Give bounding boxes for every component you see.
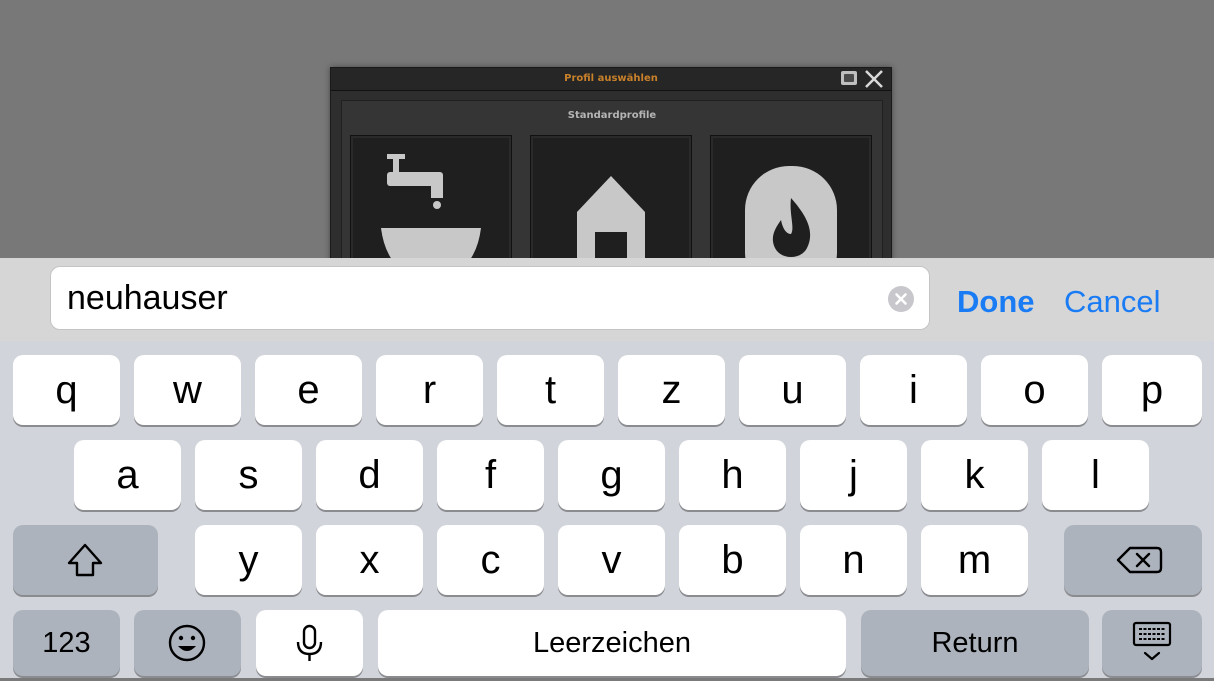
dialog-titlebar: Profil auswählen	[331, 68, 891, 91]
help-icon[interactable]	[841, 71, 857, 85]
profile-tile-water[interactable]	[350, 135, 512, 258]
cancel-button[interactable]: Cancel	[1064, 284, 1161, 320]
key-o[interactable]: o	[981, 355, 1088, 425]
profile-tile-house[interactable]	[530, 135, 692, 258]
shift-key[interactable]	[13, 525, 158, 595]
emoji-icon	[168, 624, 206, 662]
profile-dialog: Profil auswählen Standardprofile	[330, 67, 892, 258]
search-input[interactable]	[50, 266, 930, 330]
key-g[interactable]: g	[558, 440, 665, 510]
key-k[interactable]: k	[921, 440, 1028, 510]
key-j[interactable]: j	[800, 440, 907, 510]
backspace-key[interactable]	[1064, 525, 1202, 595]
backspace-icon	[1116, 546, 1163, 574]
key-v[interactable]: v	[558, 525, 665, 595]
key-l[interactable]: l	[1042, 440, 1149, 510]
section-title: Standardprofile	[567, 110, 657, 121]
key-n[interactable]: n	[800, 525, 907, 595]
flame-icon	[745, 166, 837, 258]
key-q[interactable]: q	[13, 355, 120, 425]
faucet-basin-icon	[381, 154, 481, 258]
key-i[interactable]: i	[860, 355, 967, 425]
key-a[interactable]: a	[74, 440, 181, 510]
key-d[interactable]: d	[316, 440, 423, 510]
key-w[interactable]: w	[134, 355, 241, 425]
search-bar: Done Cancel	[0, 258, 1214, 341]
clear-icon[interactable]	[888, 286, 914, 312]
keyboard-dismiss-icon	[1132, 621, 1172, 661]
key-x[interactable]: x	[316, 525, 423, 595]
key-z[interactable]: z	[618, 355, 725, 425]
microphone-icon	[296, 624, 323, 661]
numbers-key[interactable]: 123	[13, 610, 120, 676]
key-m[interactable]: m	[921, 525, 1028, 595]
return-key[interactable]: Return	[861, 610, 1089, 676]
key-h[interactable]: h	[679, 440, 786, 510]
emoji-key[interactable]	[134, 610, 241, 676]
space-key[interactable]: Leerzeichen	[378, 610, 846, 676]
key-s[interactable]: s	[195, 440, 302, 510]
key-t[interactable]: t	[497, 355, 604, 425]
standard-profiles-section: Standardprofile	[341, 100, 883, 258]
key-f[interactable]: f	[437, 440, 544, 510]
key-y[interactable]: y	[195, 525, 302, 595]
house-icon	[577, 176, 645, 258]
background-app: Profil auswählen Standardprofile	[0, 0, 1214, 258]
dialog-title: Profil auswählen	[564, 73, 658, 84]
key-b[interactable]: b	[679, 525, 786, 595]
key-e[interactable]: e	[255, 355, 362, 425]
keyboard: q w e r t z u i o p a s d f g h j k l y …	[0, 341, 1214, 678]
dictation-key[interactable]	[256, 610, 363, 676]
profile-tile-heating[interactable]	[710, 135, 872, 258]
key-r[interactable]: r	[376, 355, 483, 425]
done-button[interactable]: Done	[957, 284, 1035, 320]
shift-icon	[67, 543, 103, 577]
key-c[interactable]: c	[437, 525, 544, 595]
close-icon[interactable]	[863, 68, 885, 90]
dismiss-keyboard-key[interactable]	[1102, 610, 1202, 676]
key-p[interactable]: p	[1102, 355, 1202, 425]
key-u[interactable]: u	[739, 355, 846, 425]
